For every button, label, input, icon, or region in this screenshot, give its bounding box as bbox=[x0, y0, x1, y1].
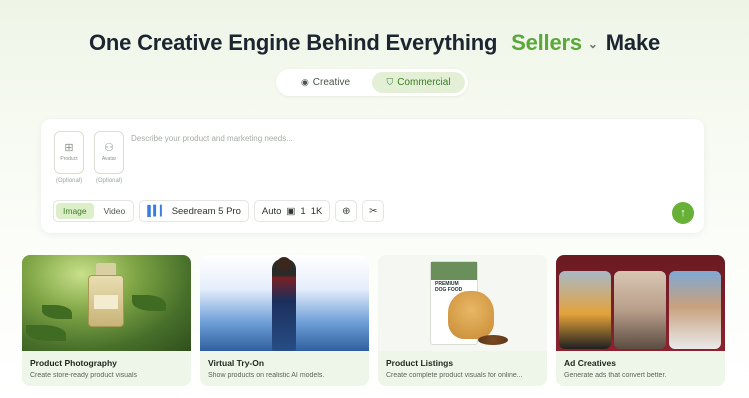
image-count-value: 1 bbox=[300, 205, 306, 217]
card-product-photography[interactable]: Product Photography Create store-ready p… bbox=[22, 255, 191, 386]
output-settings[interactable]: Auto ▣ 1 1K bbox=[253, 200, 331, 222]
headline-suffix: Make bbox=[605, 30, 661, 55]
ad-creatives-image bbox=[556, 255, 725, 351]
avatar-slot-caption: (Optional) bbox=[95, 178, 123, 184]
avatar-slot-label: Avatar bbox=[101, 156, 117, 162]
product-upload-slot[interactable]: ⊞ Product bbox=[54, 131, 84, 174]
prompt-input[interactable] bbox=[131, 131, 651, 145]
card-title: Virtual Try-On bbox=[208, 358, 265, 368]
bag-text-line2: DOG FOOD bbox=[435, 286, 463, 293]
send-button[interactable]: ↑ bbox=[672, 202, 694, 224]
add-image-icon: ⊞ bbox=[64, 142, 74, 154]
use-case-cards: Product Photography Create store-ready p… bbox=[22, 255, 725, 386]
tab-creative[interactable]: ◉ Creative bbox=[279, 72, 372, 93]
chevron-down-icon: ⌄ bbox=[587, 37, 598, 52]
product-listings-image: PREMIUM DOG FOOD bbox=[378, 255, 547, 351]
headline-rotating-word: Sellers bbox=[511, 30, 582, 55]
card-description: Create complete product visuals for onli… bbox=[386, 372, 523, 379]
media-video-option[interactable]: Video bbox=[96, 201, 134, 221]
arrow-up-icon: ↑ bbox=[680, 207, 686, 219]
aspect-value: Auto bbox=[261, 205, 282, 217]
tab-creative-label: Creative bbox=[312, 77, 351, 88]
shopping-bag-icon: ⛉ bbox=[386, 77, 394, 87]
media-image-option[interactable]: Image bbox=[56, 203, 94, 219]
image-count-icon: ▣ bbox=[286, 205, 296, 217]
resolution-value: 1K bbox=[310, 205, 323, 217]
virtual-try-on-image bbox=[200, 255, 369, 351]
bookmark-button[interactable]: ⊕ bbox=[335, 200, 358, 222]
bookmark-add-icon: ⊕ bbox=[342, 205, 351, 217]
product-photography-image bbox=[22, 255, 191, 351]
card-title: Ad Creatives bbox=[564, 358, 616, 368]
model-bars-icon: ▌▍▎ bbox=[147, 205, 167, 217]
model-selector[interactable]: ▌▍▎ Seedream 5 Pro bbox=[139, 200, 249, 222]
page-headline: One Creative Engine Behind Everything Se… bbox=[0, 30, 749, 56]
card-ad-creatives[interactable]: Ad Creatives Generate ads that convert b… bbox=[556, 255, 725, 386]
card-title: Product Listings bbox=[386, 358, 454, 368]
model-name: Seedream 5 Pro bbox=[171, 205, 241, 217]
tab-commercial-label: Commercial bbox=[397, 77, 451, 88]
mode-toggle: ◉ Creative ⛉ Commercial bbox=[276, 69, 468, 96]
prompt-composer: ⊞ Product (Optional) ⚇ Avatar (Optional)… bbox=[41, 119, 704, 233]
person-icon: ⚇ bbox=[104, 142, 114, 154]
card-description: Show products on realistic AI models. bbox=[208, 372, 325, 379]
card-virtual-try-on[interactable]: Virtual Try-On Show products on realisti… bbox=[200, 255, 369, 386]
palette-icon: ◉ bbox=[300, 77, 309, 87]
composer-toolbar: Image Video ▌▍▎ Seedream 5 Pro Auto ▣ 1 … bbox=[53, 200, 385, 222]
tab-commercial[interactable]: ⛉ Commercial bbox=[372, 72, 465, 93]
magic-wand-button[interactable]: ✂ bbox=[362, 200, 385, 222]
product-slot-caption: (Optional) bbox=[55, 178, 83, 184]
product-slot-label: Product bbox=[60, 156, 78, 162]
headline-prefix: One Creative Engine Behind Everything bbox=[88, 30, 498, 55]
media-type-switch: Image Video bbox=[53, 200, 135, 222]
card-title: Product Photography bbox=[30, 358, 117, 368]
card-description: Generate ads that convert better. bbox=[564, 372, 667, 379]
avatar-upload-slot[interactable]: ⚇ Avatar bbox=[94, 131, 124, 174]
magic-wand-icon: ✂ bbox=[369, 205, 378, 217]
card-product-listings[interactable]: PREMIUM DOG FOOD Product Listings Create … bbox=[378, 255, 547, 386]
card-description: Create store-ready product visuals bbox=[30, 372, 137, 379]
